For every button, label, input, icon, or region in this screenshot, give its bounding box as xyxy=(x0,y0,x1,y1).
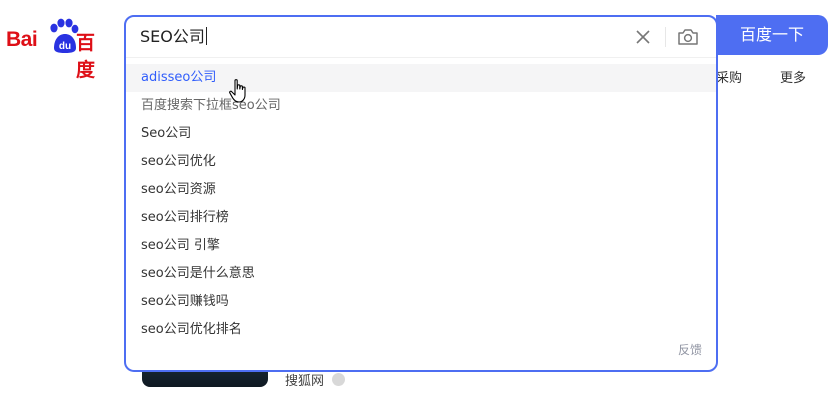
feedback-link[interactable]: 反馈 xyxy=(678,341,702,358)
result-source-label: 搜狐网 xyxy=(285,374,325,389)
nav-purchase-link[interactable]: 采购 xyxy=(716,67,742,86)
nav-more-link[interactable]: 更多 xyxy=(780,67,806,86)
search-button[interactable]: 百度一下 xyxy=(716,15,828,55)
baidu-search-page: Bai du 百度 采购 更多 搜狐网 SEO公司 adisseo公司 百度搜索… xyxy=(0,0,833,405)
suggestion-item[interactable]: 百度搜索下拉框seo公司 xyxy=(126,92,716,120)
dropdown-separator xyxy=(126,57,716,58)
logo-paw-text: du xyxy=(59,41,71,52)
source-dropdown-icon[interactable] xyxy=(332,373,345,386)
suggestion-item[interactable]: Seo公司 xyxy=(126,120,716,148)
suggestion-item[interactable]: seo公司赚钱吗 xyxy=(126,288,716,316)
baidu-logo[interactable]: Bai du 百度 xyxy=(6,18,110,81)
logo-chinese-text: 百度 xyxy=(76,33,95,81)
suggestion-item[interactable]: seo公司 引擎 xyxy=(126,232,716,260)
suggestion-item[interactable]: adisseo公司 xyxy=(126,64,716,92)
text-caret xyxy=(205,27,207,45)
suggestion-item[interactable]: seo公司是什么意思 xyxy=(126,260,716,288)
clear-icon[interactable] xyxy=(632,26,654,48)
input-divider xyxy=(665,27,666,47)
suggestion-item[interactable]: seo公司优化 xyxy=(126,148,716,176)
search-query-text: SEO公司 xyxy=(140,27,205,46)
camera-icon[interactable] xyxy=(676,25,700,49)
logo-bai-text: Bai xyxy=(6,28,38,51)
suggestion-item[interactable]: seo公司优化排名 xyxy=(126,316,716,344)
suggestion-list: adisseo公司 百度搜索下拉框seo公司 Seo公司 seo公司优化 seo… xyxy=(126,64,716,344)
suggestion-item[interactable]: seo公司资源 xyxy=(126,176,716,204)
search-input-row: SEO公司 xyxy=(126,17,716,57)
search-box: SEO公司 adisseo公司 百度搜索下拉框seo公司 Seo公司 seo公司… xyxy=(124,15,718,372)
search-input[interactable]: SEO公司 xyxy=(140,25,207,49)
suggestion-item[interactable]: seo公司排行榜 xyxy=(126,204,716,232)
